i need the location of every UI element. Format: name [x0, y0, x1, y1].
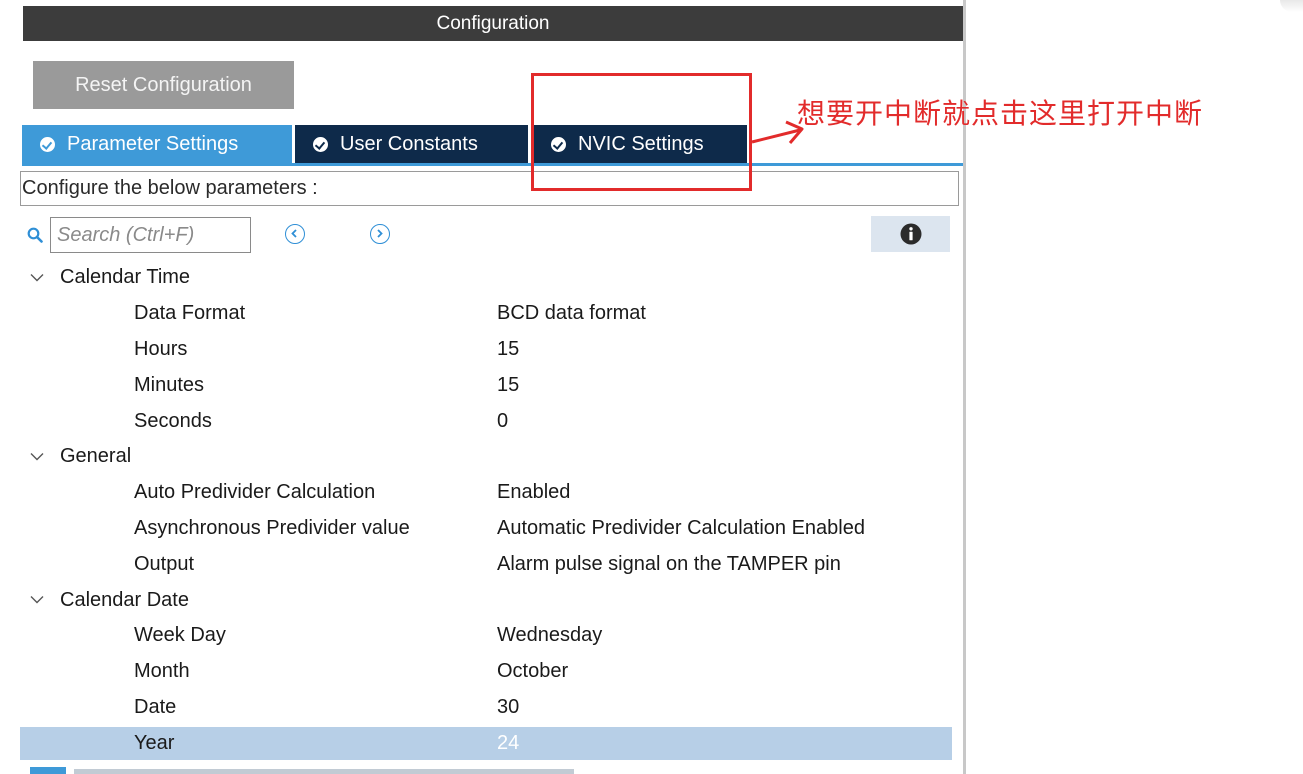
param-row[interactable]: Auto Predivider Calculation Enabled — [0, 475, 960, 511]
configure-hint: Configure the below parameters : — [20, 171, 959, 206]
param-value: Automatic Predivider Calculation Enabled — [497, 516, 865, 539]
check-circle-icon — [40, 136, 55, 152]
param-row[interactable]: Date 30 — [0, 690, 960, 726]
reset-configuration-button[interactable]: Reset Configuration — [33, 61, 294, 109]
param-label: Seconds — [134, 409, 212, 432]
param-label: Asynchronous Predivider value — [134, 516, 410, 539]
param-row-selected[interactable]: Year 24 — [0, 725, 960, 761]
param-label: Data Format — [134, 302, 246, 325]
param-label: Output — [134, 552, 195, 575]
param-value: BCD data format — [497, 302, 646, 325]
param-label: Minutes — [134, 373, 205, 396]
tab-underline — [22, 163, 963, 166]
search-input[interactable] — [50, 217, 251, 253]
tab-label: User Constants — [340, 132, 478, 155]
group-calendar-time[interactable]: Calendar Time — [0, 260, 960, 296]
param-row[interactable]: Month October — [0, 654, 960, 690]
annotation-highlight-box — [531, 73, 752, 191]
tab-user-constants[interactable]: User Constants — [295, 125, 528, 163]
param-label: Month — [134, 660, 190, 683]
param-label: Hours — [134, 337, 188, 360]
param-row[interactable]: Seconds 0 — [0, 403, 960, 439]
param-row[interactable]: Output Alarm pulse signal on the TAMPER … — [0, 546, 960, 582]
info-button[interactable] — [871, 216, 950, 252]
param-value: 15 — [497, 337, 520, 360]
chevron-left-circle-icon[interactable] — [285, 224, 305, 244]
param-row[interactable]: Minutes 15 — [0, 367, 960, 403]
param-row[interactable]: Hours 15 — [0, 332, 960, 368]
group-label: General — [60, 445, 132, 468]
param-label: Week Day — [134, 624, 226, 647]
chevron-down-icon — [30, 452, 44, 461]
cut-off-row-edge — [30, 767, 574, 774]
param-value: October — [497, 660, 569, 683]
param-value[interactable]: 24 — [497, 732, 519, 755]
group-label: Calendar Date — [60, 588, 189, 611]
param-value: Alarm pulse signal on the TAMPER pin — [497, 552, 841, 575]
param-row[interactable]: Asynchronous Predivider value Automatic … — [0, 511, 960, 547]
param-row[interactable]: Data Format BCD data format — [0, 296, 960, 332]
group-general[interactable]: General — [0, 439, 960, 475]
param-value: 0 — [497, 409, 509, 432]
param-value: Wednesday — [497, 624, 603, 647]
group-calendar-date[interactable]: Calendar Date — [0, 582, 960, 618]
parameter-tree: Calendar Time Data Format BCD data forma… — [0, 260, 960, 761]
annotation-text: 想要开中断就点击这里打开中断 — [797, 97, 1204, 130]
search-icon[interactable] — [27, 227, 43, 243]
param-value: 15 — [497, 373, 520, 396]
param-value: Enabled — [497, 481, 571, 504]
chevron-right-circle-icon[interactable] — [370, 224, 390, 244]
tab-parameter-settings[interactable]: Parameter Settings — [22, 125, 292, 163]
check-circle-icon — [313, 136, 328, 152]
chevron-down-icon — [30, 274, 44, 282]
tab-label: Parameter Settings — [67, 132, 239, 155]
param-label: Date — [134, 695, 177, 718]
param-label: Auto Predivider Calculation — [134, 481, 376, 504]
info-icon — [900, 223, 922, 245]
param-label: Year — [134, 731, 175, 754]
param-row[interactable]: Week Day Wednesday — [0, 618, 960, 654]
group-label: Calendar Time — [60, 266, 191, 289]
corner-shadow — [1280, 0, 1303, 12]
param-value: 30 — [497, 695, 520, 718]
chevron-down-icon — [30, 596, 44, 604]
panel-title: Configuration — [23, 6, 963, 41]
